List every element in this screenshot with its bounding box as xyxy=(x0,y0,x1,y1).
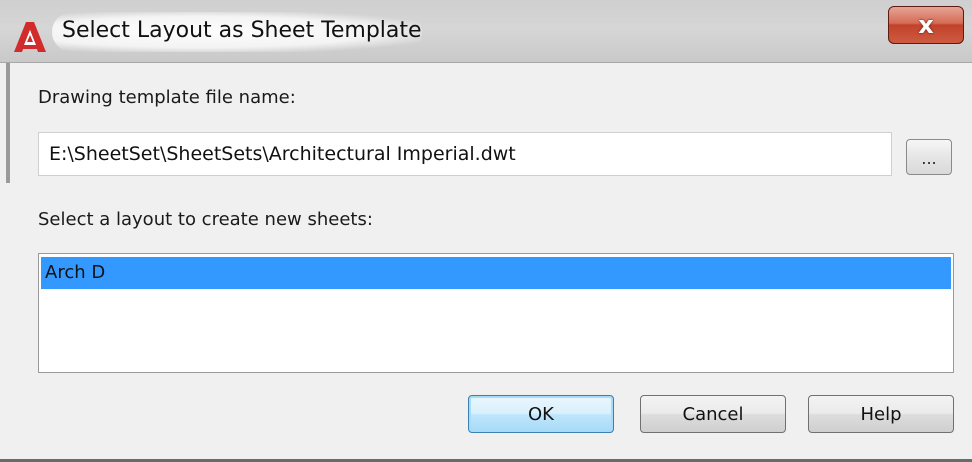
browse-button[interactable]: ... xyxy=(906,139,952,175)
layout-listbox[interactable]: Arch D xyxy=(38,253,954,373)
ok-button-label: OK xyxy=(528,403,554,425)
template-path-input[interactable] xyxy=(38,132,892,176)
help-button[interactable]: Help xyxy=(808,395,954,433)
title-bar[interactable]: Select Layout as Sheet Template x xyxy=(0,0,972,63)
help-button-label: Help xyxy=(860,403,902,425)
cancel-button-label: Cancel xyxy=(682,403,744,425)
template-file-label: Drawing template file name: xyxy=(38,87,296,108)
dialog-title: Select Layout as Sheet Template xyxy=(62,18,422,43)
dialog-window: Select Layout as Sheet Template x Drawin… xyxy=(0,0,972,462)
browse-button-label: ... xyxy=(921,149,937,168)
layout-list-label: Select a layout to create new sheets: xyxy=(38,209,373,230)
close-button[interactable]: x xyxy=(888,6,964,44)
cancel-button[interactable]: Cancel xyxy=(640,395,786,433)
autocad-icon[interactable] xyxy=(12,21,48,53)
list-item-arch-d[interactable]: Arch D xyxy=(41,257,951,289)
ok-button[interactable]: OK xyxy=(468,395,614,433)
close-icon: x xyxy=(918,11,934,39)
left-edge-divider xyxy=(6,63,10,183)
